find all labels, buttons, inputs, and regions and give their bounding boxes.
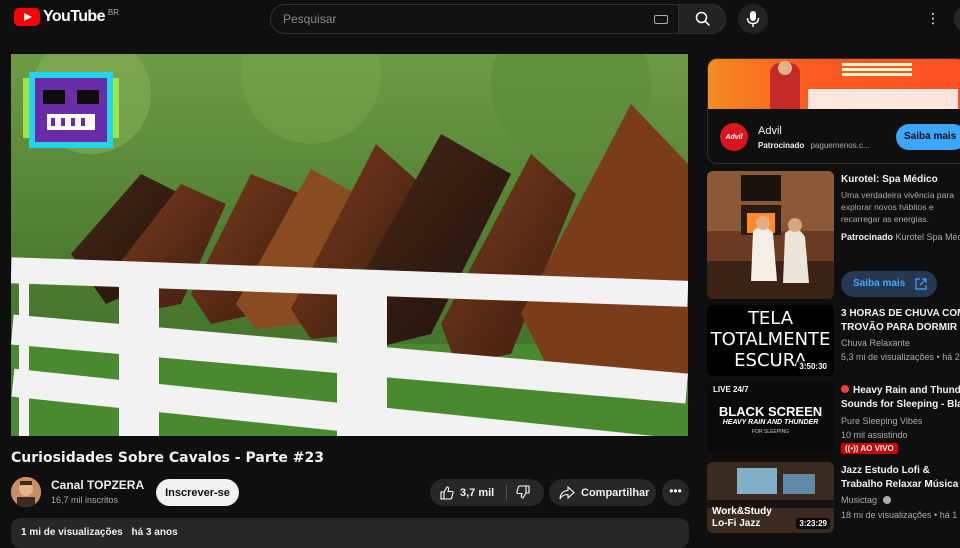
- subscribe-button[interactable]: Inscrever-se: [156, 479, 239, 506]
- rec-title[interactable]: Heavy Rain and Thunder Sounds for Sleepi…: [841, 384, 960, 412]
- share-label: Compartilhar: [581, 486, 650, 499]
- live-icon: ((•)): [845, 444, 859, 453]
- ad-person-head: [778, 61, 792, 75]
- live-badge: ((•)) AO VIVO: [841, 443, 898, 454]
- rec-thumbnail[interactable]: TELA TOTALMENTE ESCURA 3:50:30: [707, 305, 834, 376]
- subscriber-count: 16,7 mil inscritos: [51, 495, 119, 505]
- view-count: 1 mi de visualizações: [21, 527, 123, 538]
- youtube-logo[interactable]: YouTube BR: [14, 8, 119, 26]
- settings-kebab-icon[interactable]: ⋮: [926, 10, 940, 28]
- like-button[interactable]: 3,7 mil: [430, 479, 506, 506]
- ad-meta: Patrocinado paguemenos.c...: [758, 141, 870, 150]
- search-input[interactable]: Pesquisar: [270, 4, 678, 34]
- thumb-subcaption-2: FOR SLEEPING: [752, 429, 789, 435]
- sponsored-recommendation[interactable]: Kurotel: Spa Médico Uma verdadeira vivên…: [707, 171, 960, 301]
- rec-channel[interactable]: Musictag: [841, 495, 891, 505]
- avatar-image: [11, 477, 41, 507]
- sign-in-button[interactable]: [954, 6, 960, 32]
- recommendation-item[interactable]: TELA TOTALMENTE ESCURA 3:50:30 3 HORAS D…: [707, 305, 960, 377]
- rec-meta: 18 mi de visualizações • há 1: [841, 510, 958, 520]
- masthead: YouTube BR Pesquisar ⋮: [0, 0, 960, 38]
- verified-icon: [882, 496, 891, 504]
- ad-headline-lines: [842, 61, 912, 83]
- rec-thumbnail[interactable]: LIVE 24/7 BLACK SCREEN HEAVY RAIN AND TH…: [707, 382, 834, 453]
- youtube-logo-icon: [14, 8, 40, 26]
- mic-icon: [746, 11, 760, 27]
- rec-sponsor-line: Patrocinado Kurotel Spa Médico: [841, 232, 960, 242]
- search-placeholder: Pesquisar: [283, 12, 337, 26]
- rec-advertiser: Kurotel Spa Médico: [895, 232, 960, 242]
- dislike-button[interactable]: [508, 479, 544, 506]
- rec-title[interactable]: Kurotel: Spa Médico: [841, 173, 960, 187]
- logo-text: YouTube: [43, 8, 105, 25]
- thumb-live-label: LIVE 24/7: [713, 385, 749, 394]
- like-divider: [506, 485, 507, 500]
- spa-thumbnail-image: [707, 171, 834, 299]
- upload-age: há 3 anos: [131, 527, 178, 538]
- duration-badge: 3:50:30: [796, 361, 830, 372]
- share-icon: [559, 485, 575, 499]
- thumb-subcaption: HEAVY RAIN AND THUNDER: [722, 419, 819, 426]
- rec-title[interactable]: Jazz Estudo Lofi & Trabalho Relaxar Músi…: [841, 464, 960, 492]
- more-icon: •••: [669, 484, 682, 498]
- thumb-caption: BLACK SCREEN: [718, 404, 823, 419]
- rec-meta: 10 mil assistindo: [841, 430, 908, 440]
- thumb-subcaption: Lo-Fi Jazz: [712, 518, 761, 529]
- more-actions-button[interactable]: •••: [662, 479, 689, 506]
- video-frame: [11, 54, 688, 436]
- advertiser-name: Advil: [758, 125, 782, 137]
- advertiser-logo: Advil: [720, 123, 748, 151]
- video-player[interactable]: [11, 54, 688, 436]
- recommendation-item[interactable]: LIVE 24/7 BLACK SCREEN HEAVY RAIN AND TH…: [707, 382, 960, 454]
- rec-title[interactable]: 3 HORAS DE CHUVA COM TROVÃO PARA DORMIR …: [841, 307, 960, 335]
- ad-banner-image: [708, 59, 960, 109]
- spa-learn-more-button[interactable]: Saiba mais: [841, 271, 937, 297]
- search-button[interactable]: [678, 4, 726, 34]
- spa-cta-label: Saiba mais: [853, 278, 906, 289]
- like-dislike-group: 3,7 mil: [430, 479, 544, 506]
- sponsored-label: Patrocinado: [758, 141, 805, 150]
- dislike-icon: [516, 485, 530, 499]
- like-count: 3,7 mil: [460, 486, 495, 499]
- rec-thumbnail[interactable]: [707, 171, 834, 299]
- ad-learn-more-button[interactable]: Saiba mais: [896, 124, 960, 150]
- channel-name[interactable]: Canal TOPZERA: [51, 478, 144, 492]
- description-box[interactable]: 1 mi de visualizações há 3 anos: [11, 518, 689, 548]
- ad-domain: paguemenos.c...: [810, 141, 870, 150]
- share-button[interactable]: Compartilhar: [549, 479, 656, 506]
- channel-avatar[interactable]: [11, 477, 41, 507]
- video-title: Curiosidades Sobre Cavalos - Parte #23: [11, 450, 324, 466]
- external-link-icon: [915, 278, 927, 290]
- search-icon: [695, 11, 711, 27]
- duration-badge: 3:23:29: [796, 518, 830, 529]
- like-icon: [440, 485, 454, 500]
- rec-meta: 5,3 mi de visualizações • há 2: [841, 352, 960, 362]
- thumb-caption: Work&Study: [712, 506, 772, 517]
- ad-banner-fog: [808, 89, 958, 109]
- live-dot-icon: [841, 385, 849, 393]
- voice-search-button[interactable]: [738, 4, 768, 34]
- rec-channel[interactable]: Pure Sleeping Vibes: [841, 416, 922, 426]
- keyboard-icon[interactable]: [654, 15, 668, 24]
- sponsored-label: Patrocinado: [841, 232, 894, 242]
- rec-channel[interactable]: Chuva Relaxante: [841, 338, 910, 348]
- rec-description: Uma verdadeira vivência para explorar no…: [841, 190, 954, 224]
- rec-thumbnail[interactable]: Work&Study Lo-Fi Jazz 3:23:29: [707, 462, 834, 533]
- sponsored-ad-card[interactable]: Advil Advil Patrocinado paguemenos.c... …: [707, 58, 960, 164]
- recommendation-item[interactable]: Work&Study Lo-Fi Jazz 3:23:29 Jazz Estud…: [707, 462, 960, 534]
- country-code: BR: [107, 7, 119, 17]
